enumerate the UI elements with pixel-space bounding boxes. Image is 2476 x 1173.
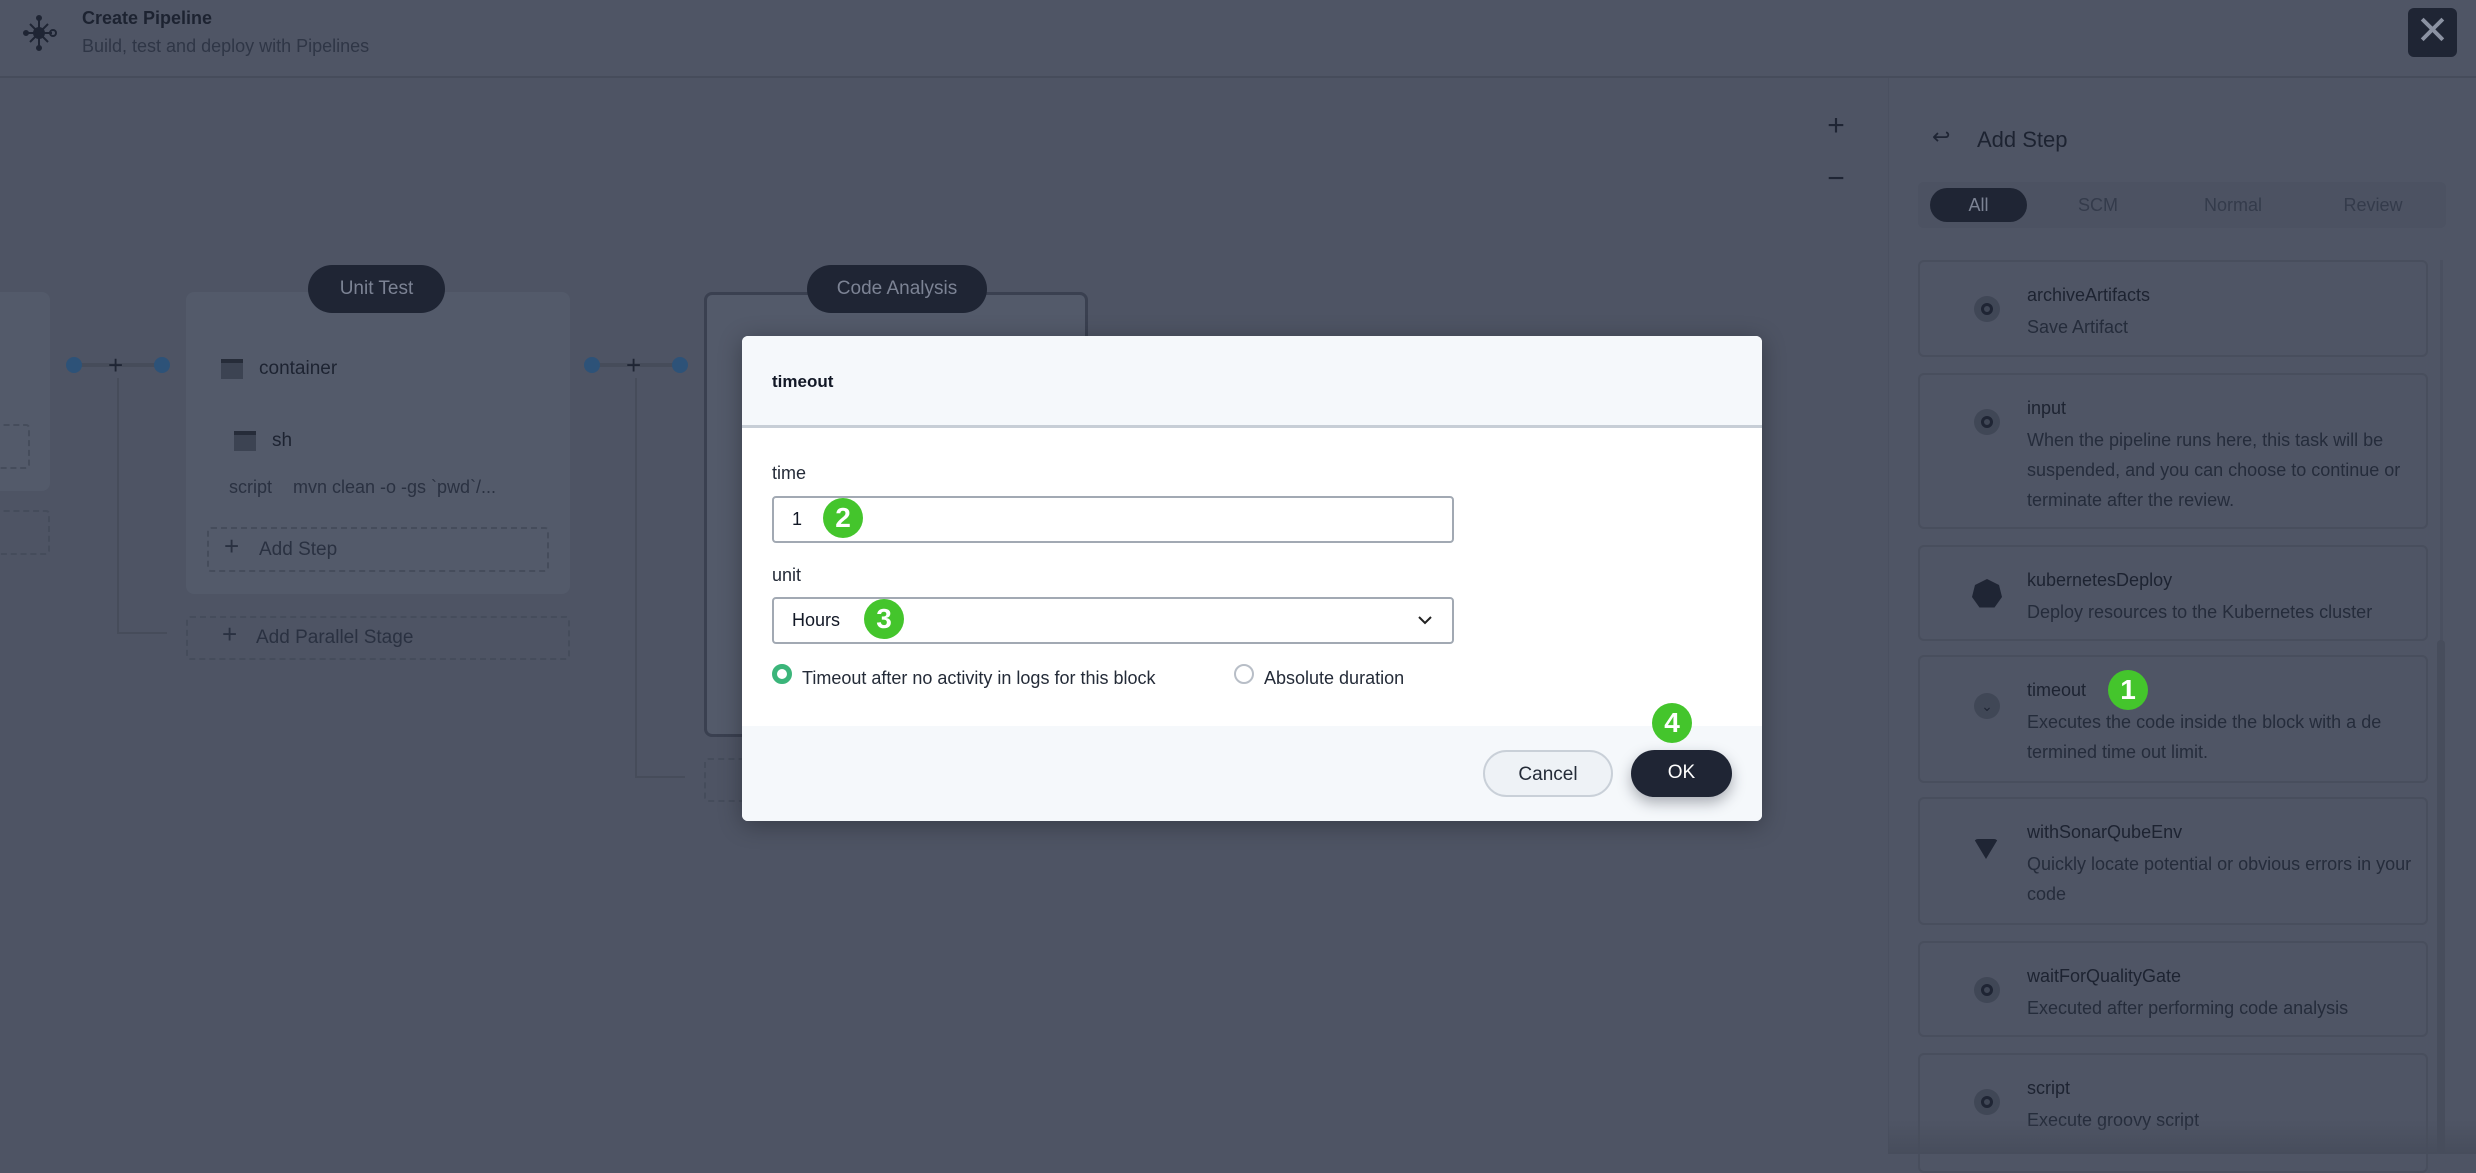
connector-dot	[584, 357, 600, 373]
terminal-icon	[234, 431, 256, 451]
chevron-down-icon	[1418, 616, 1432, 625]
step-container[interactable]: container	[259, 358, 337, 380]
stage-title[interactable]: Unit Test	[308, 265, 445, 313]
step-name: archiveArtifacts	[2027, 285, 2151, 305]
step-card-script[interactable]: script Execute groovy script	[1918, 1053, 2428, 1173]
annotation-badge-3: 3	[864, 599, 904, 639]
tab-all[interactable]: All	[1930, 188, 2027, 222]
step-icon	[1974, 1089, 2000, 1115]
panel-title: Add Step	[1977, 127, 2068, 152]
timeout-dialog: timeout time 1 unit Hours Timeout after …	[742, 336, 1762, 821]
step-desc: Deploy resources to the Kubernetes clust…	[2027, 602, 2373, 622]
tab-review[interactable]: Review	[2318, 188, 2428, 222]
terminal-icon	[221, 359, 243, 379]
radio-no-activity-label[interactable]: Timeout after no activity in logs for th…	[802, 668, 1155, 689]
close-button[interactable]: ✕	[2408, 8, 2457, 57]
step-tabs: All SCM Normal Review	[1918, 182, 2446, 228]
annotation-badge-1: 1	[2108, 670, 2148, 710]
unit-label: unit	[772, 565, 802, 585]
step-desc: Save Artifact	[2027, 317, 2129, 337]
step-card-timeout[interactable]: ⌄ timeout Executes the code inside the b…	[1918, 655, 2428, 783]
step-name: input	[2027, 398, 2067, 418]
step-desc: Executed after performing code analysis	[2027, 998, 2349, 1018]
step-name: waitForQualityGate	[2027, 966, 2182, 986]
dialog-header: timeout	[742, 336, 1762, 428]
kubernetes-icon	[1972, 579, 2002, 608]
zoom-out-button[interactable]: −	[1822, 164, 1850, 194]
back-icon[interactable]: ↩	[1932, 124, 1950, 150]
step-desc: When the pipeline runs here, this task w…	[2027, 430, 2401, 510]
step-card-kubernetesdeploy[interactable]: kubernetesDeploy Deploy resources to the…	[1918, 545, 2428, 641]
plus-icon: +	[222, 619, 238, 649]
previous-add-step[interactable]	[0, 424, 30, 469]
annotation-badge-2: 2	[823, 498, 863, 538]
step-icon	[1974, 977, 2000, 1003]
step-param-key: script	[229, 477, 273, 497]
step-desc: Quickly locate potential or obvious erro…	[2027, 854, 2412, 904]
step-desc: Executes the code inside the block with …	[2027, 712, 2382, 762]
step-icon	[1974, 409, 2000, 435]
step-name: kubernetesDeploy	[2027, 570, 2173, 590]
step-card-input[interactable]: input When the pipeline runs here, this …	[1918, 373, 2428, 529]
radio-absolute-duration[interactable]	[1234, 664, 1254, 684]
panel-fade	[1888, 1120, 2476, 1154]
header: Create Pipeline Build, test and deploy w…	[0, 0, 2476, 78]
branch-line	[117, 632, 167, 634]
dialog-footer: Cancel OK	[742, 726, 1762, 821]
step-param-value: mvn clean -o -gs `pwd`/...	[293, 477, 497, 497]
previous-add-parallel[interactable]	[0, 510, 50, 555]
add-stage-button[interactable]: +	[108, 350, 123, 381]
annotation-badge-4: 4	[1652, 703, 1692, 743]
add-parallel-stage-button[interactable]: Add Parallel Stage	[186, 616, 570, 660]
zoom-in-button[interactable]: +	[1822, 111, 1850, 141]
radio-absolute-duration-label[interactable]: Absolute duration	[1264, 668, 1404, 689]
page-subtitle: Build, test and deploy with Pipelines	[82, 36, 370, 56]
dialog-title: timeout	[772, 372, 834, 391]
add-stage-button[interactable]: +	[626, 350, 641, 381]
time-input[interactable]: 1	[772, 496, 1454, 543]
plus-icon: +	[224, 531, 240, 561]
step-sh[interactable]: sh	[272, 430, 292, 452]
connector-dot	[672, 357, 688, 373]
branch-line	[635, 378, 637, 778]
step-card-withsonarqubeenv[interactable]: withSonarQubeEnv Quickly locate potentia…	[1918, 797, 2428, 925]
step-name: timeout	[2027, 680, 2087, 700]
tab-normal[interactable]: Normal	[2168, 188, 2298, 222]
step-name: script	[2027, 1078, 2071, 1098]
scrollbar-thumb[interactable]	[2437, 640, 2445, 1154]
chevron-down-icon: ⌄	[1974, 693, 2000, 719]
step-card-archiveartifacts[interactable]: archiveArtifacts Save Artifact	[1918, 260, 2428, 357]
step-card-waitforqualitygate[interactable]: waitForQualityGate Executed after perfor…	[1918, 941, 2428, 1037]
tab-scm[interactable]: SCM	[2048, 188, 2148, 222]
step-icon	[1974, 296, 2000, 322]
cancel-button[interactable]: Cancel	[1483, 750, 1613, 797]
ok-button[interactable]: OK	[1631, 750, 1732, 797]
page-title: Create Pipeline	[82, 8, 213, 28]
radio-no-activity[interactable]	[772, 664, 792, 684]
sonarqube-icon	[1974, 839, 1998, 859]
connector-dot	[154, 357, 170, 373]
stage-title[interactable]: Code Analysis	[807, 265, 987, 313]
add-step-button[interactable]: Add Step	[207, 527, 549, 572]
time-label: time	[772, 463, 807, 483]
step-name: withSonarQubeEnv	[2027, 822, 2183, 842]
close-icon: ✕	[2415, 9, 2450, 53]
connector-dot	[66, 357, 82, 373]
branch-line	[117, 378, 119, 634]
pipeline-logo-icon	[23, 15, 57, 51]
branch-line	[635, 776, 685, 778]
unit-select-value: Hours	[792, 610, 841, 630]
